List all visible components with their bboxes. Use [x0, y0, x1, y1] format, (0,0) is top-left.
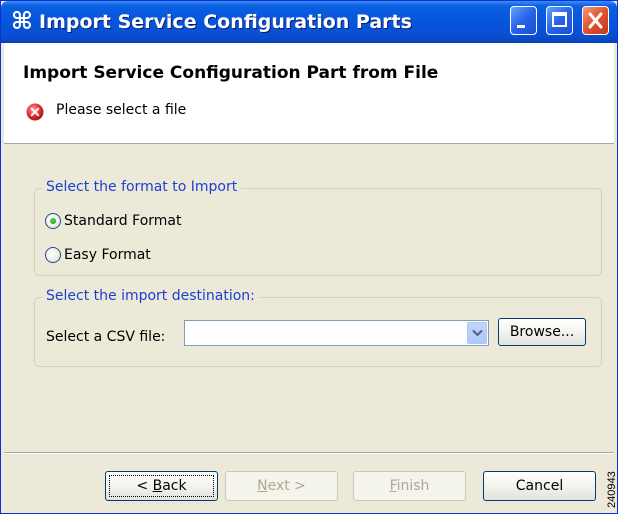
close-button[interactable] [582, 6, 609, 35]
minimize-button[interactable] [510, 6, 537, 35]
finish-button[interactable]: Finish [353, 471, 466, 501]
radio-button[interactable] [45, 247, 61, 263]
back-rest: ack [162, 478, 187, 494]
destination-group-legend: Select the import destination: [42, 288, 259, 304]
format-group: Select the format to Import Standard For… [34, 179, 602, 276]
status-message: Please select a file [56, 102, 187, 118]
csv-file-label: Select a CSV file: [46, 329, 166, 345]
csv-file-combo[interactable] [184, 320, 489, 346]
radio-standard-format[interactable]: Standard Format [45, 211, 181, 231]
radio-dot [50, 218, 56, 224]
figure-number: 240943 [606, 471, 618, 508]
next-button[interactable]: Next > [225, 471, 338, 501]
browse-button[interactable]: Browse... [498, 318, 586, 346]
app-icon: ⌘ [10, 7, 34, 35]
back-prefix: < [136, 478, 153, 494]
next-mnemonic: N [257, 478, 268, 494]
maximize-icon [552, 12, 567, 27]
radio-button-selected[interactable] [45, 213, 61, 229]
back-button[interactable]: < Back [105, 471, 218, 501]
button-bar-separator [4, 452, 614, 454]
dropdown-button[interactable] [467, 322, 487, 344]
chevron-down-icon [472, 329, 483, 337]
finish-mnemonic: F [389, 478, 397, 494]
error-icon [26, 103, 44, 121]
import-dialog-window: ⌘ Import Service Configuration Parts Imp… [0, 0, 618, 514]
minimize-icon [517, 25, 525, 28]
format-group-legend: Select the format to Import [42, 179, 242, 195]
radio-easy-label: Easy Format [64, 247, 151, 263]
radio-standard-label: Standard Format [64, 213, 182, 229]
next-rest: ext > [267, 478, 306, 494]
maximize-button[interactable] [546, 6, 573, 35]
back-mnemonic: B [152, 478, 163, 494]
cancel-button[interactable]: Cancel [483, 471, 596, 501]
title-bar[interactable]: ⌘ Import Service Configuration Parts [1, 1, 617, 43]
finish-rest: inish [396, 478, 430, 494]
window-title: Import Service Configuration Parts [39, 11, 412, 33]
close-icon [588, 12, 603, 29]
radio-easy-format[interactable]: Easy Format [45, 245, 151, 265]
wizard-header: Import Service Configuration Part from F… [4, 43, 614, 144]
destination-group: Select the import destination: Select a … [34, 288, 602, 367]
page-title: Import Service Configuration Part from F… [23, 63, 439, 83]
